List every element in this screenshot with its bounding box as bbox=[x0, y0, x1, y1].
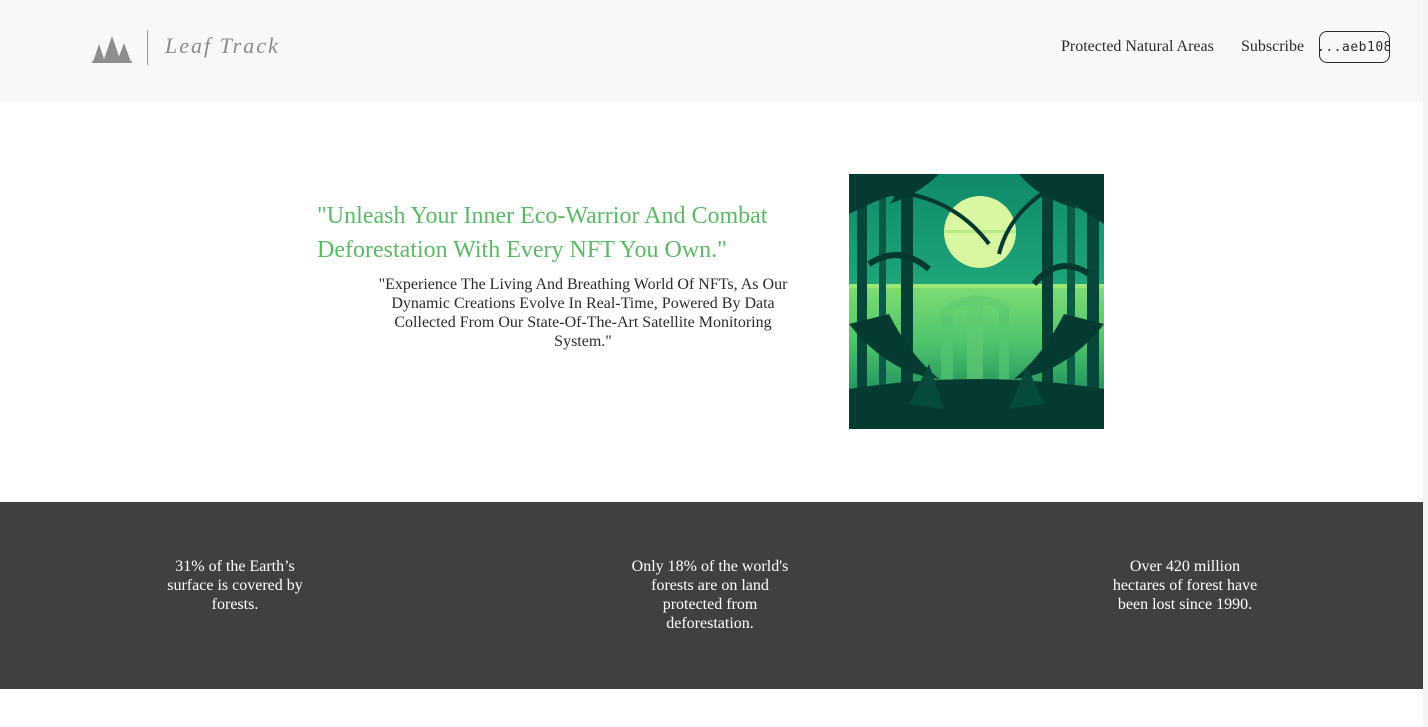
hero-heading: "Unleash Your Inner Eco-Warrior And Comb… bbox=[317, 203, 768, 263]
trees-icon[interactable] bbox=[91, 34, 133, 64]
stats-band: 31% of the Earth’s surface is covered by… bbox=[0, 502, 1423, 689]
stat-forest-cover: 31% of the Earth’s surface is covered by… bbox=[167, 558, 303, 613]
site-header: Leaf Track Protected Natural Areas Subsc… bbox=[0, 0, 1423, 102]
nav-protected-natural-areas[interactable]: Protected Natural Areas bbox=[1061, 38, 1214, 56]
nav-subscribe[interactable]: Subscribe bbox=[1241, 38, 1304, 56]
forest-moon-illustration bbox=[849, 174, 1104, 429]
logo-divider bbox=[147, 30, 148, 65]
hero-subheading: "Experience The Living And Breathing Wor… bbox=[378, 276, 788, 350]
stat-protected-forests: Only 18% of the world's forests are on l… bbox=[631, 558, 789, 632]
brand-name[interactable]: Leaf Track bbox=[165, 33, 280, 59]
wallet-address-button[interactable]: ...aeb108 bbox=[1319, 31, 1390, 63]
stat-forest-loss: Over 420 million hectares of forest have… bbox=[1112, 558, 1258, 613]
scrollbar[interactable] bbox=[1423, 0, 1428, 727]
